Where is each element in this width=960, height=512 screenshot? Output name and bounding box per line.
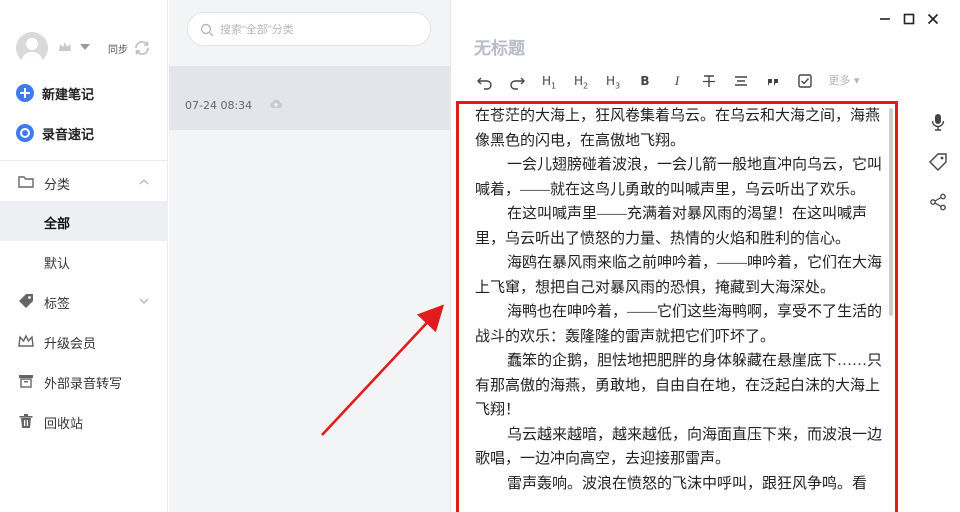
heading2-button[interactable]: H2 xyxy=(572,70,590,92)
sidebar-item-upgrade[interactable]: 升级会员 xyxy=(0,321,168,361)
search-input[interactable] xyxy=(220,21,420,39)
heading1-button[interactable]: H1 xyxy=(540,70,558,92)
sidebar-item-transcribe[interactable]: 外部录音转写 xyxy=(0,361,168,401)
sidebar-item-label: 回收站 xyxy=(44,417,84,432)
sidebar-item-default[interactable]: 默认 xyxy=(0,241,168,281)
cloud-upload-icon xyxy=(270,99,283,108)
more-button[interactable]: 更多 ▾ xyxy=(826,70,862,92)
heading3-button[interactable]: H3 xyxy=(604,70,622,92)
italic-button[interactable]: I xyxy=(668,70,686,92)
note-date: 07-24 08:34 xyxy=(185,99,253,112)
quote-icon[interactable] xyxy=(764,70,782,92)
paragraph: 一会儿翅膀碰着波浪，一会儿箭一般地直冲向乌云，它叫喊着，——就在这鸟儿勇敢的叫喊… xyxy=(475,157,883,198)
app-window: 同步 新建笔记 录音速记 分类 全部 默认 标签 升级会员 外部录音转写 回收站… xyxy=(0,0,960,512)
list-item[interactable]: 07-24 08:34 xyxy=(169,66,451,130)
more-label: 更多 xyxy=(828,74,851,87)
paragraph: 海鸭也在呻吟着，——它们这些海鸭啊，享受不了生活的战斗的欢乐：轰隆隆的雷声就把它… xyxy=(475,304,883,345)
microphone-icon[interactable] xyxy=(928,112,948,132)
align-icon[interactable] xyxy=(732,70,750,92)
tag-icon[interactable] xyxy=(928,152,948,172)
sidebar-item-category[interactable]: 分类 xyxy=(0,162,168,202)
sidebar-item-label: 全部 xyxy=(44,217,71,232)
avatar[interactable] xyxy=(16,32,48,64)
chevron-down-icon[interactable] xyxy=(138,295,150,307)
note-title[interactable]: 无标题 xyxy=(474,34,525,59)
note-body[interactable]: 在苍茫的大海上，狂风卷集着乌云。在乌云和大海之间，海燕像黑色的闪电，在高傲地飞翔… xyxy=(475,104,893,496)
heading1-number: 1 xyxy=(550,81,557,91)
search-box[interactable] xyxy=(187,12,431,46)
scrollbar[interactable] xyxy=(889,108,893,316)
new-note-label: 新建笔记 xyxy=(42,88,95,103)
paragraph: 在苍茫的大海上，狂风卷集着乌云。在乌云和大海之间，海燕像黑色的闪电，在高傲地飞翔… xyxy=(475,108,881,149)
user-row: 同步 xyxy=(16,32,156,66)
bold-button[interactable]: B xyxy=(636,70,654,92)
sidebar-item-tags[interactable]: 标签 xyxy=(0,281,168,321)
sync-label: 同步 xyxy=(108,45,128,56)
trash-icon xyxy=(19,414,33,428)
search-icon xyxy=(200,23,214,37)
close-icon[interactable] xyxy=(926,12,940,26)
sidebar-item-label: 外部录音转写 xyxy=(44,377,123,392)
sidebar-item-label: 升级会员 xyxy=(44,337,97,352)
sync-icon[interactable] xyxy=(133,39,151,57)
sidebar-divider xyxy=(0,160,168,161)
heading2-number: 2 xyxy=(582,81,589,91)
editor-panel: 无标题 H1 H2 H3 B I 更多 ▾ 在苍茫的大海上，狂风卷集着乌云。在乌… xyxy=(452,0,960,512)
share-icon[interactable] xyxy=(928,192,948,212)
sidebar-item-trash[interactable]: 回收站 xyxy=(0,401,168,441)
sidebar: 同步 新建笔记 录音速记 分类 全部 默认 标签 升级会员 外部录音转写 回收站 xyxy=(0,0,168,512)
sidebar-item-all[interactable]: 全部 xyxy=(0,201,168,241)
voice-memo-button[interactable]: 录音速记 xyxy=(16,122,156,144)
crown-icon xyxy=(18,334,34,347)
plus-circle-icon xyxy=(16,84,34,102)
vip-crown-icon[interactable] xyxy=(58,40,72,54)
heading1-letter: H xyxy=(541,74,551,88)
chevron-down-icon[interactable] xyxy=(80,44,90,50)
heading2-letter: H xyxy=(573,74,583,88)
sidebar-item-label: 标签 xyxy=(44,297,71,312)
paragraph: 乌云越来越暗，越来越低，向海面直压下来，而波浪一边歌唱，一边冲向高空，去迎接那雷… xyxy=(475,426,883,468)
folder-icon xyxy=(18,176,34,188)
heading3-letter: H xyxy=(605,74,615,88)
paragraph: 在这叫喊声里——充满着对暴风雨的渴望！在这叫喊声里，乌云听出了愤怒的力量、热情的… xyxy=(475,206,868,247)
transcribe-icon xyxy=(19,375,33,388)
sidebar-item-label: 默认 xyxy=(44,257,71,272)
redo-icon[interactable] xyxy=(508,70,526,92)
paragraph: 雷声轰响。波浪在愤怒的飞沫中呼叫，跟狂风争鸣。看 xyxy=(507,475,868,492)
format-toolbar: H1 H2 H3 B I 更多 ▾ xyxy=(474,70,894,92)
voice-memo-label: 录音速记 xyxy=(42,128,95,143)
note-content-editor[interactable]: 在苍茫的大海上，狂风卷集着乌云。在乌云和大海之间，海燕像黑色的闪电，在高傲地飞翔… xyxy=(456,101,898,512)
tag-icon xyxy=(19,294,33,308)
paragraph: 蠢笨的企鹅，胆怯地把肥胖的身体躲藏在悬崖底下……只有那高傲的海燕，勇敢地，自由自… xyxy=(475,353,883,418)
maximize-icon[interactable] xyxy=(902,12,916,26)
paragraph: 海鸥在暴风雨来临之前呻吟着，——呻吟着，它们在大海上飞窜，想把自己对暴风雨的恐惧… xyxy=(475,255,883,296)
sidebar-item-label: 分类 xyxy=(44,178,71,193)
record-circle-icon xyxy=(16,124,34,142)
undo-icon[interactable] xyxy=(476,70,494,92)
chevron-up-icon[interactable] xyxy=(138,176,150,188)
new-note-button[interactable]: 新建笔记 xyxy=(16,82,156,104)
checkbox-icon[interactable] xyxy=(796,70,814,92)
heading3-number: 3 xyxy=(614,81,621,91)
note-list-panel: 07-24 08:34 xyxy=(169,0,451,512)
minimize-icon[interactable] xyxy=(878,12,892,26)
strikethrough-icon[interactable] xyxy=(700,70,718,92)
